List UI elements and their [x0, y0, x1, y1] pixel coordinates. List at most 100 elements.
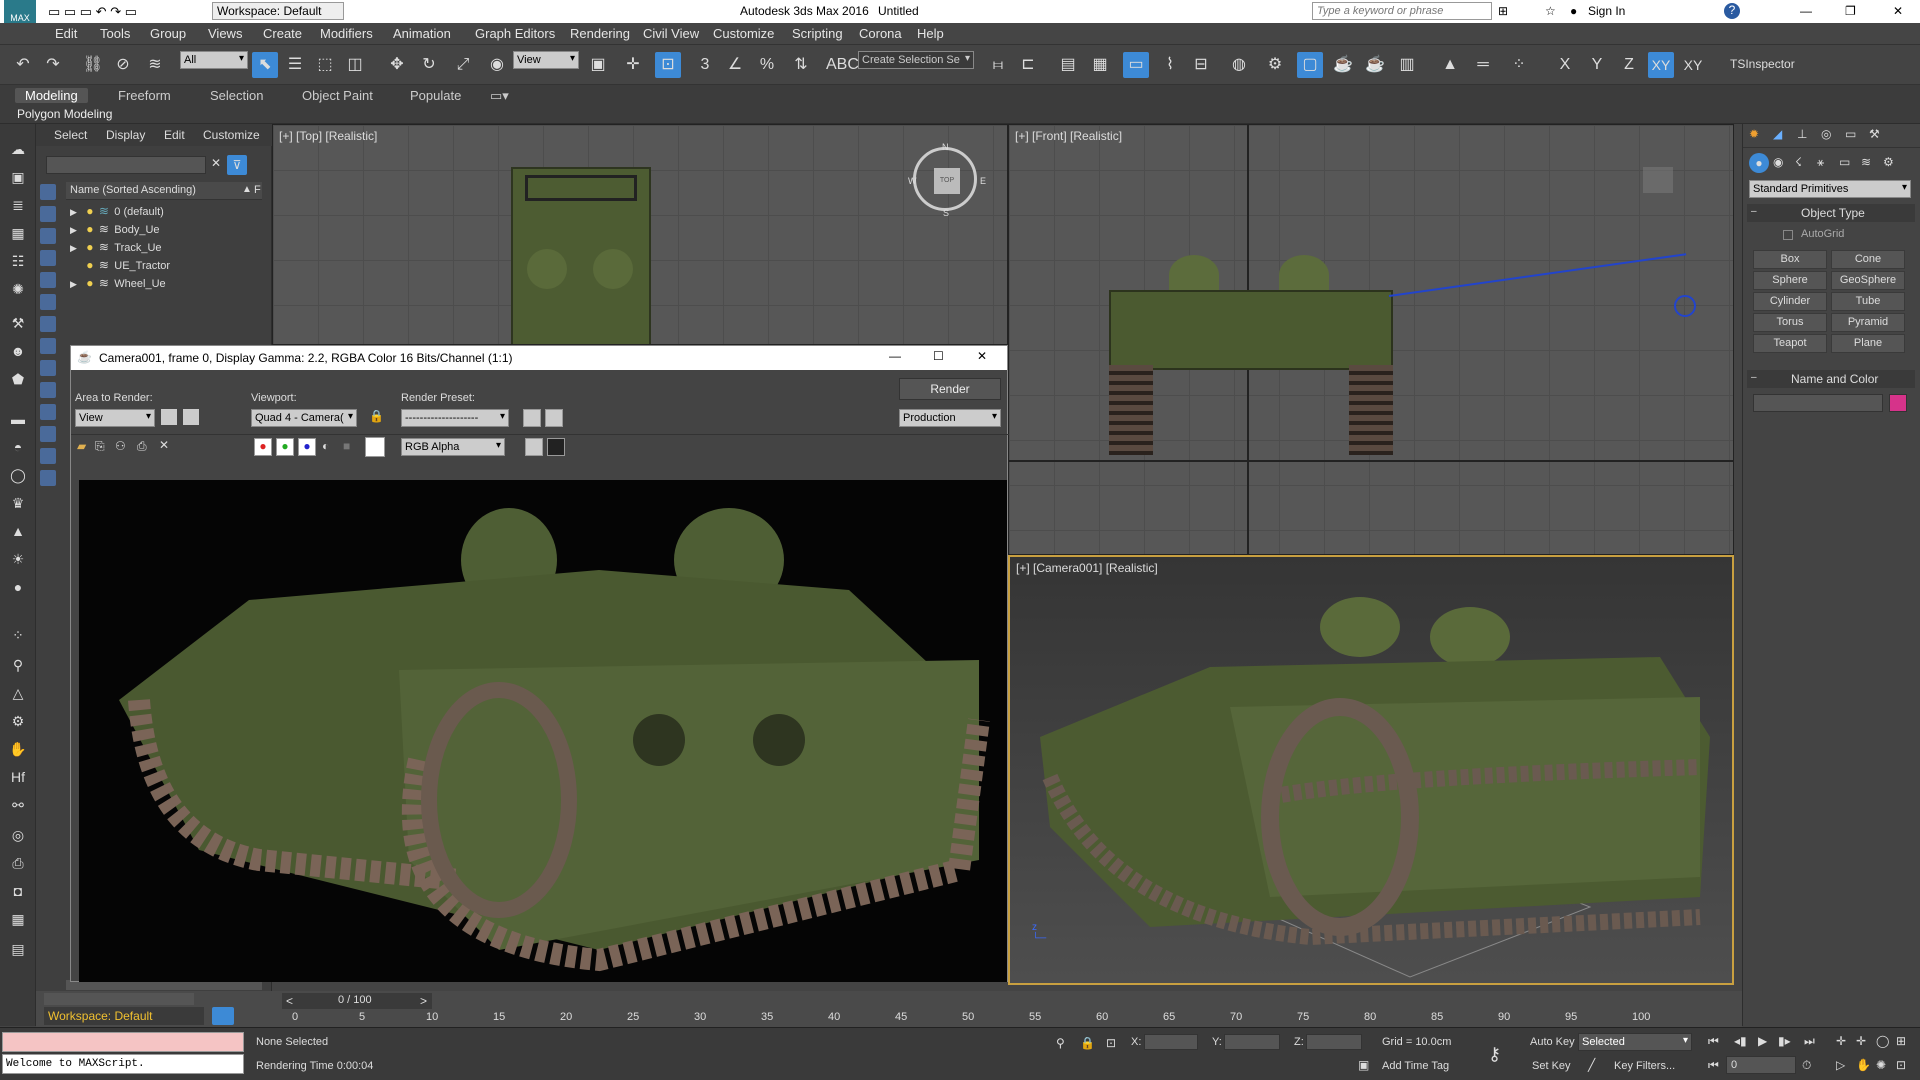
expand-arrow-icon[interactable]: ▶ — [70, 279, 77, 289]
cone-button[interactable]: Cone — [1831, 250, 1905, 269]
area-to-render-dropdown[interactable]: View — [75, 409, 155, 427]
hierarchy-tab-icon[interactable]: ⊥ — [1797, 127, 1807, 141]
rectangular-selection-icon[interactable]: ⬚ — [312, 52, 338, 78]
toggle-ui-overlay-icon[interactable] — [525, 438, 543, 456]
ribbon-options-icon[interactable]: ▭▾ — [490, 88, 509, 104]
axis-xy-button[interactable]: XY — [1648, 52, 1674, 78]
selection-lock-icon[interactable]: 🔒 — [1080, 1036, 1095, 1050]
monochrome-icon[interactable]: ■ — [343, 439, 350, 453]
render-production-icon[interactable]: ☕ — [1330, 52, 1356, 78]
percent-snap-icon[interactable]: % — [754, 52, 780, 78]
set-key-icon[interactable]: ╱ — [1588, 1058, 1595, 1072]
filter-bones-icon[interactable] — [40, 360, 56, 376]
display-tab-icon[interactable]: ▭ — [1845, 127, 1856, 141]
geometry-icon[interactable]: ● — [1749, 153, 1769, 173]
geosphere-button[interactable]: GeoSphere — [1831, 271, 1905, 290]
category-dropdown[interactable]: Standard Primitives — [1749, 180, 1911, 198]
tab-object-paint[interactable]: Object Paint — [302, 88, 373, 103]
filter-shapes-icon[interactable] — [40, 206, 56, 222]
select-manipulate-icon[interactable]: ✛ — [620, 52, 646, 78]
green-channel-icon[interactable]: ● — [276, 438, 294, 456]
play-icon[interactable]: ▶ — [1758, 1034, 1767, 1048]
star-icon[interactable]: ☆ — [1545, 4, 1556, 18]
tab-modeling[interactable]: Modeling — [15, 88, 88, 103]
curve-editor-icon[interactable]: ⌇ — [1157, 52, 1183, 78]
list-item[interactable]: ▶ ● ≋ Track_Ue — [70, 240, 260, 258]
sign-in-link[interactable]: Sign In — [1588, 4, 1625, 18]
align-icon[interactable]: ⊏ — [1015, 52, 1041, 78]
close-icon[interactable]: ✕ — [1893, 4, 1903, 18]
pivot-icon[interactable]: ▣ — [585, 52, 611, 78]
app-logo[interactable]: MAX — [4, 0, 36, 23]
key-filters-button[interactable]: Key Filters... — [1614, 1060, 1675, 1072]
layers-icon[interactable]: ☷ — [7, 250, 29, 272]
menu-animation[interactable]: Animation — [393, 26, 451, 41]
blue-channel-icon[interactable]: ● — [298, 438, 316, 456]
rw-close-icon[interactable]: ✕ — [977, 349, 987, 363]
clear-search-icon[interactable]: ✕ — [208, 156, 224, 174]
utilities-tab-icon[interactable]: ⚒ — [1869, 127, 1880, 141]
camera-icon[interactable]: ◘ — [7, 880, 29, 902]
maxscript-listener-pink[interactable] — [2, 1032, 244, 1052]
select-by-name-icon[interactable]: ☰ — [282, 52, 308, 78]
film-icon[interactable]: ▦ — [7, 908, 29, 930]
reference-coordinate-dropdown[interactable]: View — [513, 51, 579, 69]
crown-icon[interactable]: ♛ — [7, 492, 29, 514]
bulb-icon[interactable]: ● — [86, 258, 93, 272]
search-input[interactable]: Type a keyword or phrase — [1312, 2, 1492, 20]
tab-populate[interactable]: Populate — [410, 88, 461, 103]
tool-icon[interactable]: ⚒ — [7, 312, 29, 334]
spacewarps-icon[interactable]: ≋ — [1861, 155, 1871, 169]
viewport-front[interactable]: [+] [Front] [Realistic] — [1008, 124, 1734, 555]
zoom-all-icon[interactable]: ✛ — [1856, 1034, 1866, 1048]
object-type-rollout[interactable]: Object Type — [1801, 206, 1865, 220]
menu-civil-view[interactable]: Civil View — [643, 26, 699, 41]
create-icon[interactable]: ☁ — [7, 138, 29, 160]
bulb-icon[interactable]: ● — [86, 222, 93, 236]
render-icon[interactable]: ⬟ — [7, 368, 29, 390]
spinner-snap-icon[interactable]: ⇅ — [788, 52, 814, 78]
mirror-icon[interactable]: ⧦ — [985, 52, 1011, 78]
menu-help[interactable]: Help — [917, 26, 944, 41]
filter-cameras-icon[interactable] — [40, 250, 56, 266]
bulb-icon[interactable]: ● — [86, 204, 93, 218]
expand-arrow-icon[interactable]: ▶ — [70, 243, 77, 253]
name-color-rollout[interactable]: Name and Color — [1791, 372, 1878, 386]
environment-effects-icon[interactable] — [545, 409, 563, 427]
key-mode-dropdown[interactable]: Selected — [1578, 1033, 1692, 1051]
viewport-top[interactable]: [+] [Top] [Realistic] TOP N S W E — [272, 124, 1008, 345]
undo-icon[interactable]: ↶ — [10, 52, 36, 78]
quick-access-icons[interactable]: ▭ ▭ ▭ ↶ ↷ ▭ — [48, 4, 137, 20]
sphere-icon[interactable]: ● — [7, 576, 29, 598]
menu-corona[interactable]: Corona — [859, 26, 902, 41]
key-icon[interactable]: ⚷ — [1488, 1044, 1501, 1065]
rw-minimize-icon[interactable]: — — [889, 349, 901, 363]
channel-display-dropdown[interactable]: RGB Alpha — [401, 438, 505, 456]
swatch-icon[interactable] — [365, 437, 385, 457]
snaps-toggle-icon[interactable]: 3 — [692, 52, 718, 78]
shapes-icon[interactable]: ◉ — [1773, 155, 1783, 169]
viewcube[interactable] — [1643, 167, 1673, 193]
select-object-icon[interactable]: ⬉ — [252, 52, 278, 78]
render-setup-icon[interactable] — [523, 409, 541, 427]
pan-icon[interactable]: ✋ — [1856, 1058, 1871, 1072]
red-channel-icon[interactable]: ● — [254, 438, 272, 456]
scene-menu-customize[interactable]: Customize — [203, 128, 260, 142]
toggle-ribbon-icon[interactable]: ▭ — [1123, 52, 1149, 78]
list-item[interactable]: ▶ ● ≋ 0 (default) — [70, 204, 260, 222]
auto-key-button[interactable]: Auto Key — [1530, 1036, 1575, 1048]
time-config-icon[interactable]: ⏱ — [1802, 1058, 1811, 1073]
walkthrough-icon[interactable]: ✺ — [1876, 1058, 1886, 1072]
edit-named-selection-icon[interactable]: ABC — [826, 52, 859, 78]
add-time-tag[interactable]: Add Time Tag — [1382, 1060, 1449, 1072]
menu-customize[interactable]: Customize — [713, 26, 774, 41]
tab-freeform[interactable]: Freeform — [118, 88, 171, 103]
box-button[interactable]: Box — [1753, 250, 1827, 269]
gear-icon[interactable]: ⚙ — [7, 710, 29, 732]
menu-scripting[interactable]: Scripting — [792, 26, 843, 41]
material-editor-icon[interactable]: ◍ — [1226, 52, 1252, 78]
viewcube-top[interactable]: TOP — [934, 168, 960, 194]
time-slider[interactable]: < 0 / 100 > — [282, 993, 432, 1009]
rendered-frame-window-icon[interactable]: ▢ — [1297, 52, 1323, 78]
render-setup-icon[interactable]: ⚙ — [1262, 52, 1288, 78]
